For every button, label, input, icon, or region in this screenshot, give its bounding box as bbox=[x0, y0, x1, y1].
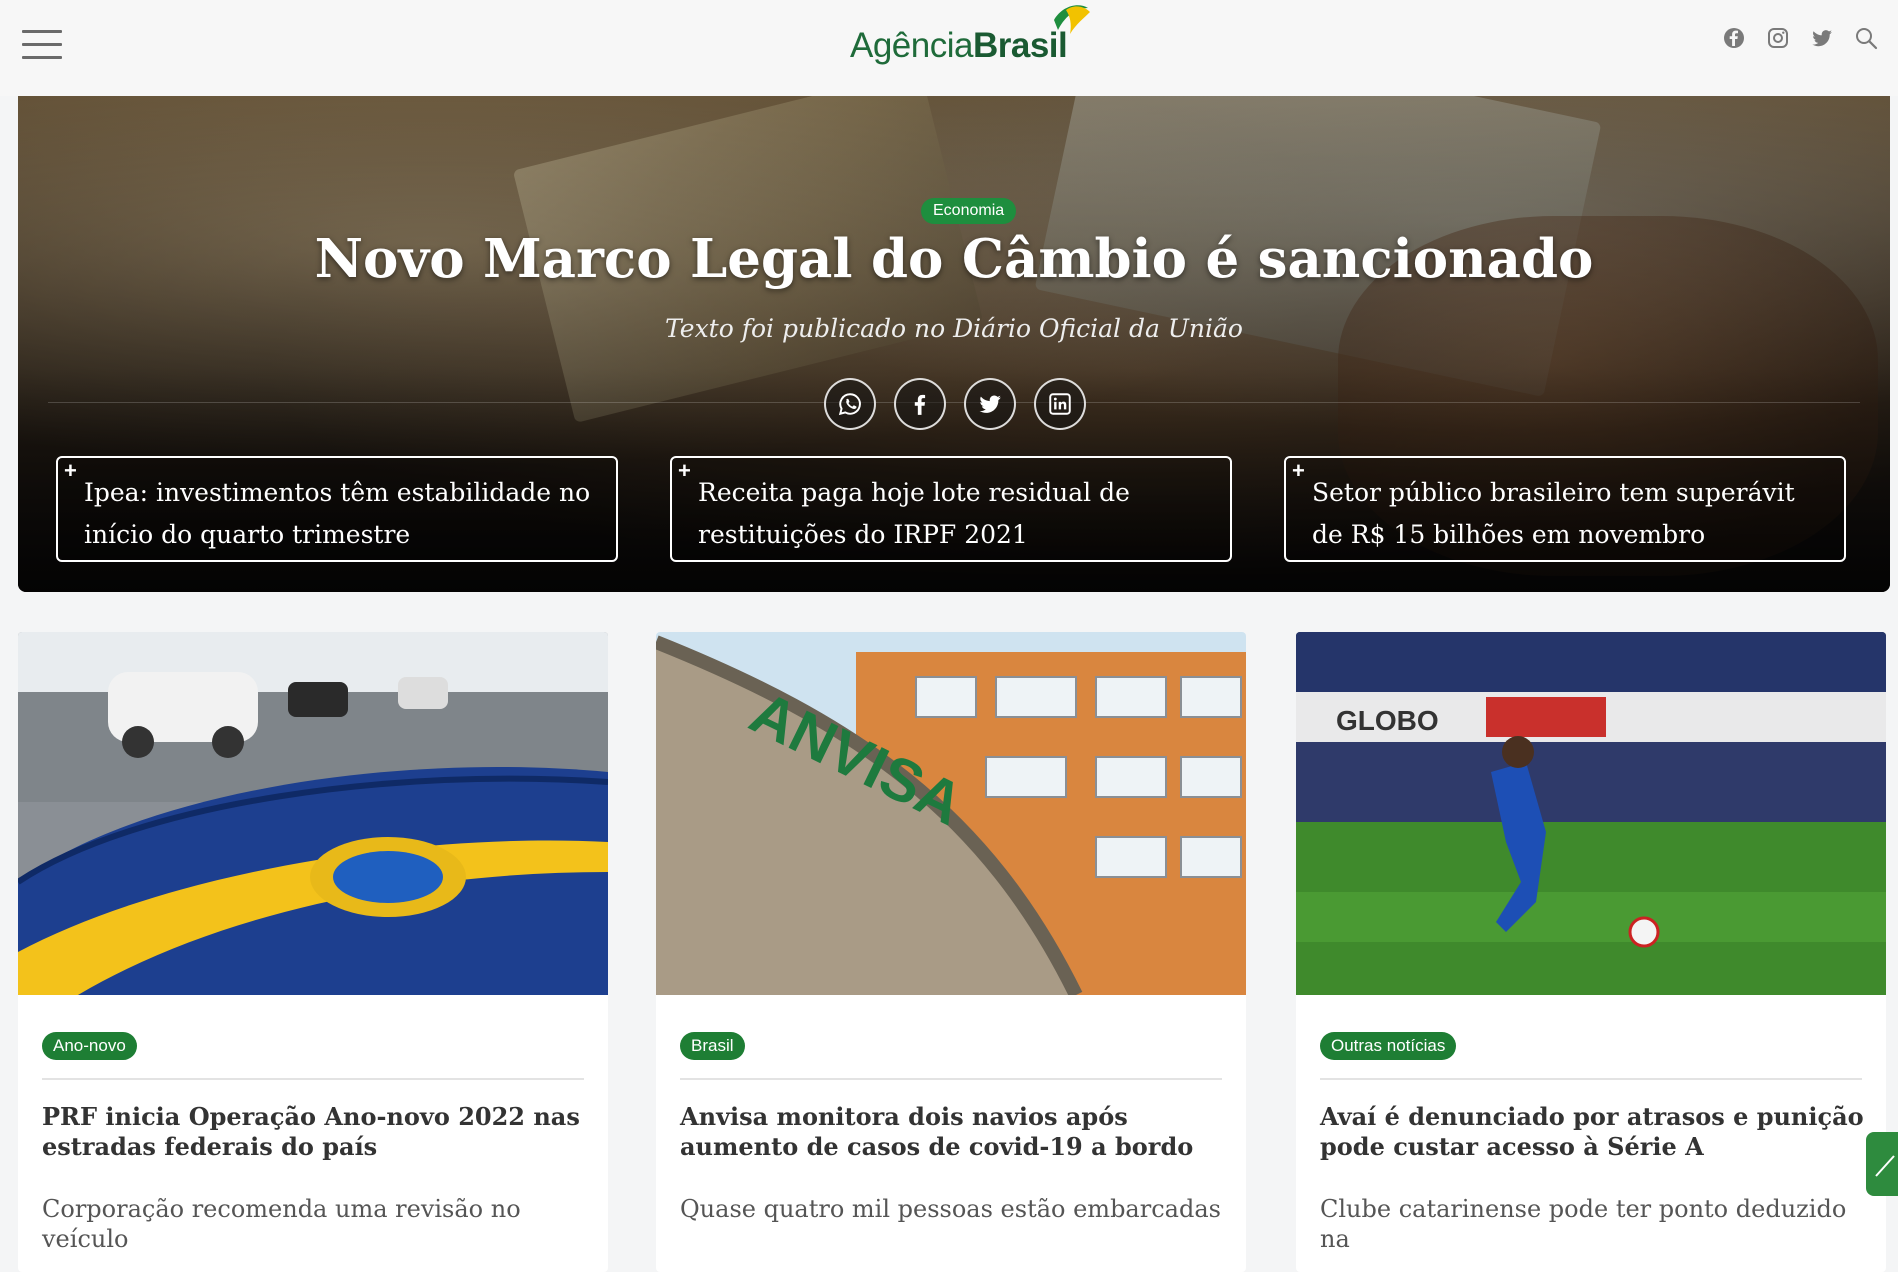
twitter-icon bbox=[979, 395, 1001, 413]
related-link-3[interactable]: + Setor público brasileiro tem superávit… bbox=[1284, 456, 1846, 562]
share-facebook-button[interactable] bbox=[894, 378, 946, 430]
plus-icon: + bbox=[1292, 458, 1305, 483]
menu-icon[interactable] bbox=[22, 30, 62, 62]
news-card[interactable]: Ano-novo PRF inicia Operação Ano-novo 20… bbox=[18, 632, 608, 1272]
agencia-brasil-logo[interactable]: AgênciaBrasil bbox=[850, 5, 1090, 74]
related-link-text: Ipea: investimentos têm estabilidade no … bbox=[84, 478, 591, 549]
whatsapp-icon bbox=[838, 393, 861, 416]
card-image-anvisa[interactable]: ANVISA bbox=[656, 632, 1246, 995]
card-image-avai[interactable]: GLOBO bbox=[1296, 632, 1886, 995]
card-headline[interactable]: Avaí é denunciado por atrasos e punição … bbox=[1320, 1102, 1864, 1162]
news-card[interactable]: ANVISA Brasil Anvisa monitora dois navio… bbox=[656, 632, 1246, 1272]
related-link-text: Receita paga hoje lote residual de resti… bbox=[698, 478, 1130, 549]
scroll-to-top-button[interactable] bbox=[1866, 1132, 1898, 1196]
stadium-banner-text: GLOBO bbox=[1336, 705, 1439, 736]
logo-flag-icon bbox=[1054, 5, 1090, 34]
linkedin-icon bbox=[1049, 393, 1071, 415]
card-headline[interactable]: Anvisa monitora dois navios após aumento… bbox=[680, 1102, 1224, 1162]
share-buttons bbox=[824, 378, 1086, 430]
facebook-icon[interactable] bbox=[1722, 26, 1746, 50]
hero-category-tag[interactable]: Economia bbox=[921, 198, 1017, 224]
plus-icon: + bbox=[678, 458, 691, 483]
hero-headline[interactable]: Novo Marco Legal do Câmbio é sancionado bbox=[18, 228, 1890, 290]
news-card[interactable]: GLOBO Outras notícias Avaí é denunciado … bbox=[1296, 632, 1886, 1272]
card-summary: Corporação recomenda uma revisão no veíc… bbox=[42, 1195, 521, 1253]
card-headline[interactable]: PRF inicia Operação Ano-novo 2022 nas es… bbox=[42, 1102, 586, 1162]
card-divider bbox=[42, 1078, 584, 1080]
logo-light-text: Agência bbox=[850, 26, 973, 65]
arrow-up-icon bbox=[1875, 1155, 1895, 1177]
site-header: AgênciaBrasil bbox=[0, 0, 1898, 96]
card-category-tag[interactable]: Outras notícias bbox=[1320, 1032, 1457, 1060]
social-links bbox=[1722, 26, 1878, 50]
card-divider bbox=[1320, 1078, 1862, 1080]
card-divider bbox=[680, 1078, 1222, 1080]
card-category-tag[interactable]: Brasil bbox=[680, 1032, 745, 1060]
logo-wordmark: AgênciaBrasil bbox=[850, 26, 1068, 66]
football-match-image: GLOBO bbox=[1296, 632, 1886, 995]
hero-subtitle: Texto foi publicado no Diário Oficial da… bbox=[665, 314, 1243, 343]
anvisa-building-image: ANVISA bbox=[656, 632, 1246, 995]
share-twitter-button[interactable] bbox=[964, 378, 1016, 430]
share-linkedin-button[interactable] bbox=[1034, 378, 1086, 430]
prf-car-image bbox=[18, 632, 608, 995]
related-link-text: Setor público brasileiro tem superávit d… bbox=[1312, 478, 1795, 549]
search-icon[interactable] bbox=[1854, 26, 1878, 50]
card-summary: Clube catarinense pode ter ponto deduzid… bbox=[1320, 1195, 1847, 1253]
related-link-1[interactable]: + Ipea: investimentos têm estabilidade n… bbox=[56, 456, 618, 562]
instagram-icon[interactable] bbox=[1766, 26, 1790, 50]
card-summary: Quase quatro mil pessoas estão embarcada… bbox=[680, 1195, 1221, 1223]
card-image-prf[interactable] bbox=[18, 632, 608, 995]
facebook-icon bbox=[914, 394, 926, 415]
related-link-2[interactable]: + Receita paga hoje lote residual de res… bbox=[670, 456, 1232, 562]
featured-story[interactable]: Economia Novo Marco Legal do Câmbio é sa… bbox=[18, 96, 1890, 592]
card-category-tag[interactable]: Ano-novo bbox=[42, 1032, 137, 1060]
plus-icon: + bbox=[64, 458, 77, 483]
twitter-icon[interactable] bbox=[1810, 26, 1834, 50]
share-whatsapp-button[interactable] bbox=[824, 378, 876, 430]
